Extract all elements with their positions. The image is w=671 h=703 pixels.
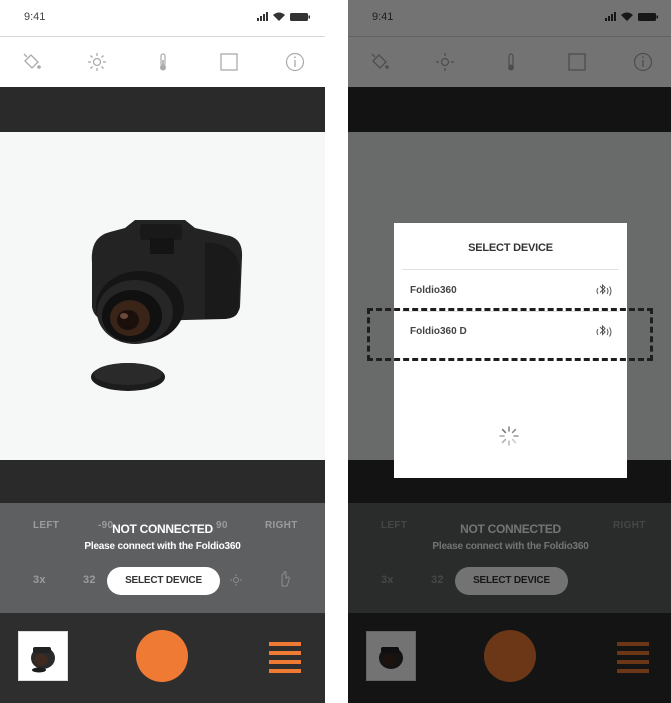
phone-screen-main: 9:41 LEFT -90 90 RIGHT 3x 32 NOT CONNECT… — [0, 0, 325, 703]
thermometer-icon[interactable] — [152, 51, 174, 73]
menu-icon[interactable] — [269, 642, 301, 673]
speed-value[interactable]: 3x — [33, 574, 46, 586]
dialog-title: SELECT DEVICE — [468, 242, 553, 254]
device-item[interactable]: Foldio360 — [402, 272, 619, 312]
status-bar: 9:41 — [0, 0, 325, 36]
sun-icon[interactable] — [86, 51, 108, 73]
bluetooth-signal-icon — [596, 283, 612, 296]
brightness-icon[interactable] — [229, 573, 243, 587]
not-connected-subtitle: Please connect with the Foldio360 — [84, 541, 241, 552]
gallery-thumbnail[interactable] — [18, 631, 68, 681]
camera-preview — [0, 132, 325, 460]
not-connected-title: NOT CONNECTED — [112, 522, 213, 536]
loading-spinner-icon — [499, 426, 519, 446]
hand-icon[interactable] — [278, 570, 292, 588]
dialog-divider — [402, 269, 619, 270]
system-status-icons — [257, 12, 310, 21]
bottom-bar — [0, 613, 325, 703]
status-time: 9:41 — [24, 11, 46, 23]
select-device-button[interactable]: SELECT DEVICE — [107, 567, 220, 595]
highlight-dashed-box — [367, 308, 653, 361]
frames-value[interactable]: 32 — [83, 574, 96, 586]
preview-bottom-band — [0, 460, 325, 503]
camera-photo — [91, 220, 243, 391]
square-icon[interactable] — [218, 51, 240, 73]
info-icon[interactable] — [284, 51, 306, 73]
device-name: Foldio360 — [410, 285, 457, 296]
shutter-button[interactable] — [136, 630, 188, 682]
toolbar — [0, 37, 325, 87]
bucket-icon[interactable] — [21, 51, 43, 73]
preview-top-band — [0, 87, 325, 132]
camera-thumbnail-image — [31, 647, 55, 673]
